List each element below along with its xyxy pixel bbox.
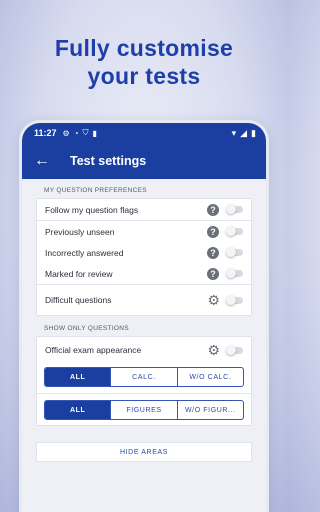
figures-filter: ALL FIGURES W/O FIGUR... <box>44 400 244 420</box>
row-label: Previously unseen <box>45 226 115 237</box>
shield-icon: ⛉ <box>82 128 89 137</box>
page-title: Test settings <box>70 154 147 168</box>
row-previously-unseen: Previously unseen ? <box>37 221 251 242</box>
settings-icon: ⚙ <box>62 128 70 138</box>
calculator-filter: ALL CALC. W/O CALC. <box>44 367 244 387</box>
status-icons: ⚙ ◔ ⛉ ▮ <box>63 128 97 138</box>
row-label: Incorrectly answered <box>45 247 124 258</box>
difficult-questions-toggle[interactable] <box>226 294 243 305</box>
back-arrow-icon[interactable]: ← <box>34 152 60 170</box>
previously-unseen-toggle[interactable] <box>226 226 243 236</box>
signal-icon: ◢ <box>240 127 248 138</box>
row-incorrectly-answered: Incorrectly answered ? <box>37 242 251 263</box>
row-label: Difficult questions <box>45 295 112 305</box>
divider <box>37 393 251 394</box>
headline-line-2: your tests <box>87 63 201 89</box>
marked-for-review-toggle[interactable] <box>226 268 243 278</box>
hide-areas-button[interactable]: HIDE AREAS <box>36 442 252 462</box>
row-label: Official exam appearance <box>45 345 142 355</box>
status-bar: 11:27 ⚙ ◔ ⛉ ▮ ▾ ◢ ▮ <box>22 123 266 143</box>
official-exam-toggle[interactable] <box>226 344 243 355</box>
preferences-card: Follow my question flags ? Previously un… <box>36 198 252 316</box>
row-official-exam: Official exam appearance ⚙ <box>37 337 251 363</box>
segment-without-calc[interactable]: W/O CALC. <box>176 368 243 386</box>
status-time: 11:27 <box>34 128 57 138</box>
segment-all[interactable]: ALL <box>45 401 111 419</box>
row-follow-flags: Follow my question flags ? <box>37 199 251 220</box>
battery-icon: ▮ <box>251 127 256 138</box>
help-icon[interactable]: ? <box>207 267 219 280</box>
show-only-card: Official exam appearance ⚙ ALL CALC. W/O… <box>36 336 252 426</box>
row-label: Follow my question flags <box>45 204 139 215</box>
segment-figures[interactable]: FIGURES <box>110 401 176 419</box>
row-difficult-questions: Difficult questions ⚙ <box>37 285 251 315</box>
follow-flags-toggle[interactable] <box>226 204 243 214</box>
gear-icon[interactable]: ⚙ <box>207 343 220 357</box>
help-icon[interactable]: ? <box>207 246 219 259</box>
headline: Fully customise your tests <box>0 34 288 90</box>
segment-all[interactable]: ALL <box>45 368 111 386</box>
app-bar: ← Test settings <box>22 143 266 179</box>
wifi-icon: ▾ <box>231 127 237 138</box>
row-label: Marked for review <box>45 268 113 279</box>
section-label-preferences: MY QUESTION PREFERENCES <box>44 187 147 194</box>
headline-line-1: Fully customise <box>54 35 234 61</box>
segment-without-figures[interactable]: W/O FIGUR... <box>176 401 243 419</box>
gear-icon[interactable]: ⚙ <box>207 293 220 307</box>
settings-content: MY QUESTION PREFERENCES Follow my questi… <box>22 179 266 512</box>
segment-calc[interactable]: CALC. <box>110 368 176 386</box>
row-marked-for-review: Marked for review ? <box>37 263 251 284</box>
help-icon[interactable]: ? <box>207 203 219 216</box>
section-label-show-only: SHOW ONLY QUESTIONS <box>44 325 129 332</box>
status-right-icons: ▾ ◢ ▮ <box>232 128 256 139</box>
incorrectly-answered-toggle[interactable] <box>226 247 243 257</box>
sdcard-icon: ▮ <box>92 128 97 138</box>
phone-frame: 11:27 ⚙ ◔ ⛉ ▮ ▾ ◢ ▮ ← Test settings MY Q… <box>22 123 266 512</box>
cast-icon: ◔ <box>73 128 79 138</box>
help-icon[interactable]: ? <box>207 225 219 238</box>
